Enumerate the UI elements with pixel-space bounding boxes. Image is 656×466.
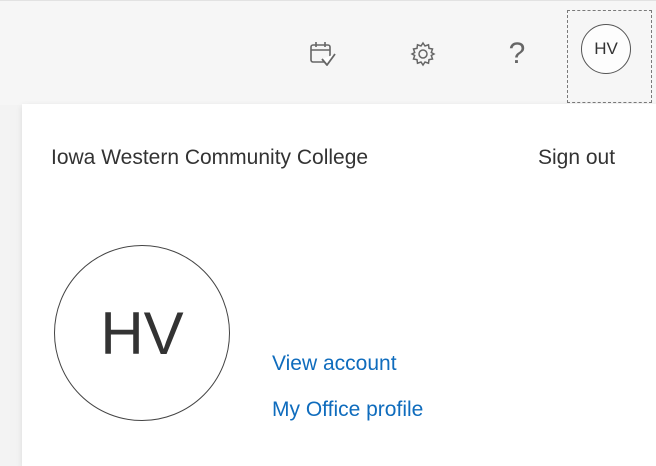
organization-name: Iowa Western Community College (51, 146, 369, 169)
sign-out-link[interactable]: Sign out (538, 146, 615, 170)
help-icon[interactable]: ? (500, 37, 534, 71)
account-manager-button[interactable]: HV (567, 10, 652, 103)
calendar-check-icon[interactable] (305, 37, 339, 71)
help-glyph: ? (508, 37, 526, 70)
profile-avatar: HV (54, 245, 230, 421)
office-profile-link[interactable]: My Office profile (272, 398, 423, 422)
gear-icon-glyph (410, 41, 436, 67)
avatar: HV (581, 24, 631, 74)
calendar-check-icon-glyph (310, 42, 336, 66)
view-account-link[interactable]: View account (272, 352, 397, 376)
top-bar: ? HV (0, 0, 656, 105)
gear-icon[interactable] (406, 37, 440, 71)
account-panel: Iowa Western Community College Sign out … (22, 104, 656, 466)
